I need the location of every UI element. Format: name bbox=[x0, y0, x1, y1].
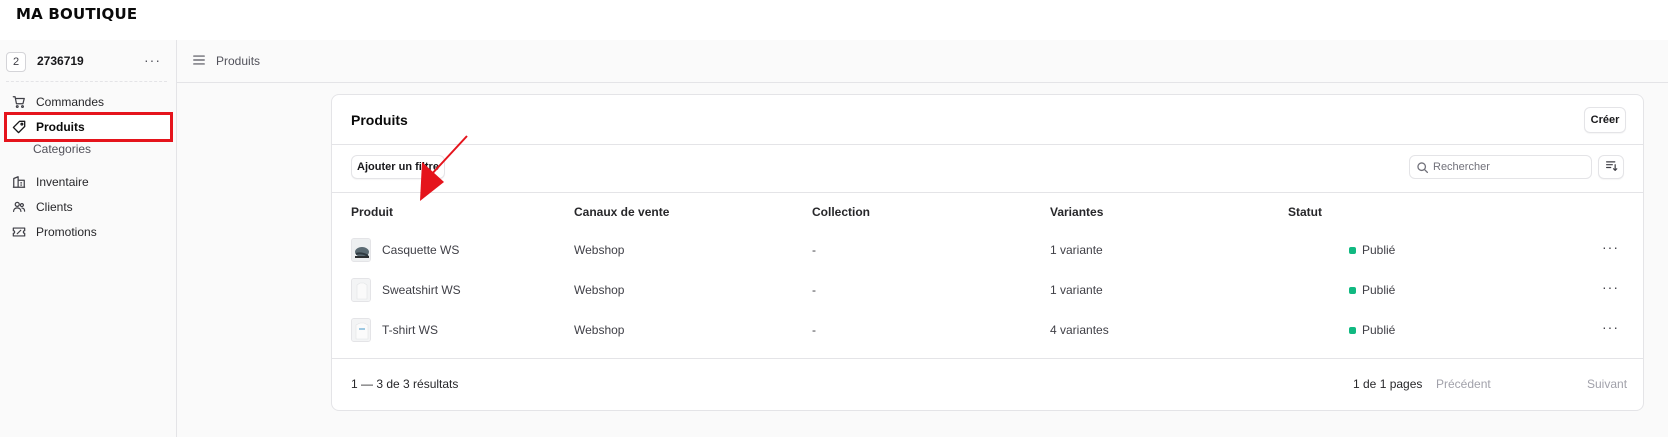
tag-icon bbox=[9, 117, 29, 137]
sidebar-item-label: Inventaire bbox=[36, 175, 89, 189]
divider bbox=[332, 358, 1643, 359]
table-row[interactable]: Casquette WS Webshop - 1 variante Publié… bbox=[332, 230, 1643, 270]
search-box[interactable] bbox=[1409, 155, 1592, 179]
product-thumbnail bbox=[351, 318, 371, 342]
sidebar-item-produits[interactable]: Produits bbox=[4, 112, 173, 142]
row-more-button[interactable]: ··· bbox=[1602, 239, 1619, 255]
column-header-produit[interactable]: Produit bbox=[351, 205, 393, 219]
product-name[interactable]: Casquette WS bbox=[382, 243, 459, 257]
next-page-button[interactable]: Suivant bbox=[1587, 377, 1627, 391]
product-collection: - bbox=[812, 323, 816, 337]
divider bbox=[332, 192, 1643, 193]
table-row[interactable]: T-shirt WS Webshop - 4 variantes Publié … bbox=[332, 310, 1643, 350]
product-variants: 4 variantes bbox=[1050, 323, 1109, 337]
sidebar-item-promotions[interactable]: Promotions bbox=[6, 219, 171, 245]
menu-icon[interactable] bbox=[192, 53, 208, 69]
page-title: Produits bbox=[351, 112, 408, 128]
store-badge: 2 bbox=[6, 52, 26, 72]
product-channel: Webshop bbox=[574, 323, 625, 337]
breadcrumb: Produits bbox=[216, 54, 261, 68]
products-card: Produits Créer Ajouter un filtre Produit… bbox=[331, 94, 1644, 411]
brand-bar: MA BOUTIQUE bbox=[0, 0, 1668, 40]
add-filter-button[interactable]: Ajouter un filtre bbox=[351, 155, 445, 179]
product-name[interactable]: Sweatshirt WS bbox=[382, 283, 461, 297]
store-more-button[interactable]: ··· bbox=[144, 52, 161, 68]
row-more-button[interactable]: ··· bbox=[1602, 279, 1619, 295]
product-variants: 1 variante bbox=[1050, 243, 1103, 257]
product-channel: Webshop bbox=[574, 283, 625, 297]
product-collection: - bbox=[812, 243, 816, 257]
product-channel: Webshop bbox=[574, 243, 625, 257]
sidebar-item-label: Promotions bbox=[36, 225, 97, 239]
column-header-collection[interactable]: Collection bbox=[812, 205, 870, 219]
status-badge: Publié bbox=[1349, 323, 1395, 337]
sidebar-item-inventaire[interactable]: Inventaire bbox=[6, 169, 171, 195]
status-dot bbox=[1349, 326, 1356, 334]
warehouse-icon bbox=[9, 172, 29, 192]
create-button[interactable]: Créer bbox=[1584, 107, 1626, 133]
product-thumbnail bbox=[351, 238, 371, 262]
sidebar-divider bbox=[6, 81, 167, 82]
cart-icon bbox=[9, 92, 29, 112]
app: 2 2736719 ··· Commandes Produits Categor… bbox=[0, 40, 1668, 437]
product-collection: - bbox=[812, 283, 816, 297]
results-count: 1 — 3 de 3 résultats bbox=[351, 377, 459, 391]
ticket-icon bbox=[9, 222, 29, 242]
column-header-statut[interactable]: Statut bbox=[1288, 205, 1322, 219]
divider bbox=[332, 144, 1643, 145]
table-row[interactable]: Sweatshirt WS Webshop - 1 variante Publi… bbox=[332, 270, 1643, 310]
store-switcher[interactable]: 2 2736719 ··· bbox=[6, 50, 167, 74]
sort-icon bbox=[1605, 159, 1618, 175]
status-dot bbox=[1349, 246, 1356, 254]
store-id: 2736719 bbox=[37, 54, 84, 68]
status-label: Publié bbox=[1362, 283, 1396, 297]
sidebar-item-label: Clients bbox=[36, 200, 73, 214]
page-count: 1 de 1 pages bbox=[1353, 377, 1423, 391]
row-more-button[interactable]: ··· bbox=[1602, 319, 1619, 335]
product-name[interactable]: T-shirt WS bbox=[382, 323, 438, 337]
sidebar-item-commandes[interactable]: Commandes bbox=[6, 89, 171, 115]
column-header-canaux[interactable]: Canaux de vente bbox=[574, 205, 669, 219]
column-header-variantes[interactable]: Variantes bbox=[1050, 205, 1103, 219]
status-badge: Publié bbox=[1349, 243, 1395, 257]
status-label: Publié bbox=[1362, 323, 1396, 337]
status-dot bbox=[1349, 286, 1356, 294]
brand-logo: MA BOUTIQUE bbox=[16, 5, 138, 23]
users-icon bbox=[9, 197, 29, 217]
sidebar: 2 2736719 ··· Commandes Produits Categor… bbox=[0, 40, 177, 437]
sidebar-item-label: Commandes bbox=[36, 95, 105, 109]
sort-button[interactable] bbox=[1598, 155, 1624, 179]
sidebar-subitem-categories[interactable]: Categories bbox=[33, 142, 91, 156]
product-variants: 1 variante bbox=[1050, 283, 1103, 297]
topbar: Produits bbox=[177, 40, 1668, 83]
sidebar-item-label: Produits bbox=[36, 120, 85, 134]
product-thumbnail bbox=[351, 278, 371, 302]
previous-page-button[interactable]: Précédent bbox=[1436, 377, 1491, 391]
status-badge: Publié bbox=[1349, 283, 1395, 297]
status-label: Publié bbox=[1362, 243, 1396, 257]
sidebar-item-clients[interactable]: Clients bbox=[6, 194, 171, 220]
search-icon bbox=[1416, 161, 1429, 174]
search-input[interactable] bbox=[1433, 158, 1583, 176]
